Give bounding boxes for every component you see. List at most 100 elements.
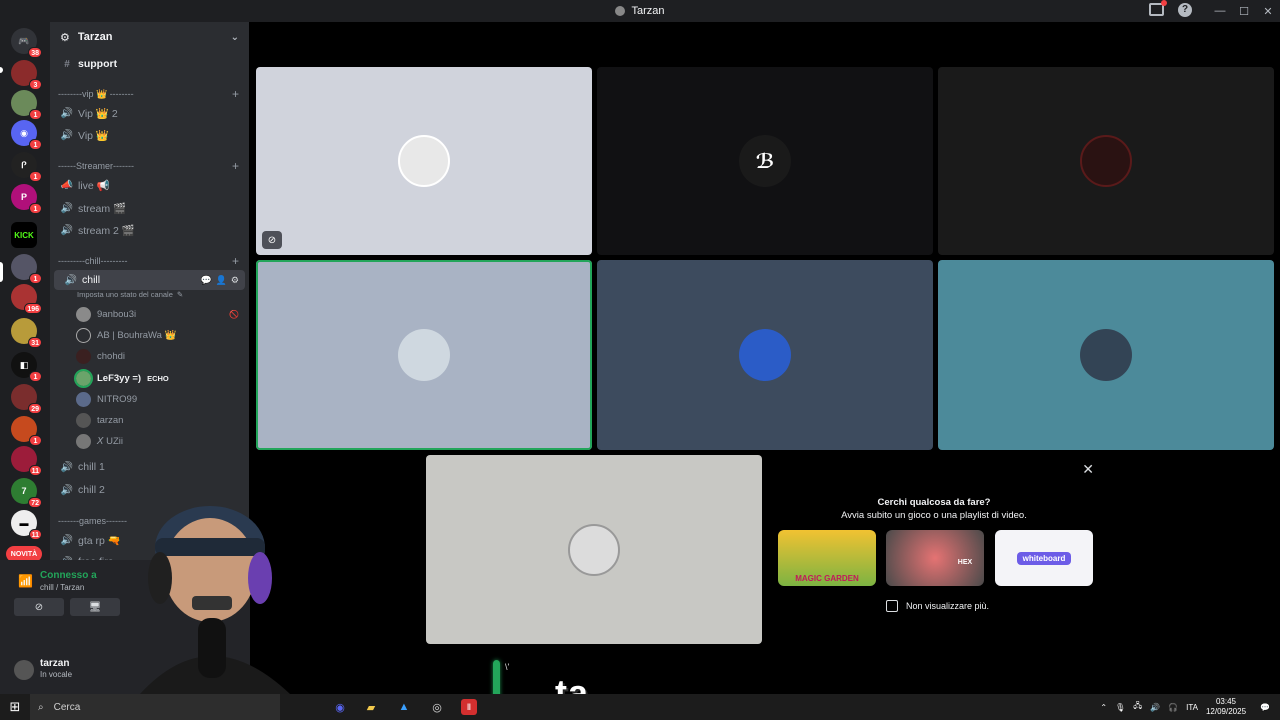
activity-whiteboard[interactable]: whiteboard [995,530,1093,586]
window-title: Tarzan [631,5,665,17]
app-icon[interactable]: Ⅱ [461,699,477,715]
volume-icon[interactable]: 🔊 [1150,703,1160,712]
server-icon[interactable]: 196 [11,284,42,314]
avatar [76,348,91,364]
avatar [76,327,91,343]
video-tile[interactable]: ⊘ [256,67,592,255]
avatar [76,412,91,428]
help-icon[interactable]: ? [1178,3,1192,17]
pencil-icon: ✎ [176,289,184,299]
voice-user[interactable]: 𝘟 UZii [50,431,249,451]
voice-user[interactable]: tarzan [50,410,249,430]
avatar [398,329,450,381]
video-tile[interactable] [426,455,762,644]
add-channel-icon[interactable]: + [232,87,239,101]
server-icon[interactable]: ◧ 1 [11,352,42,382]
voice-user[interactable]: 9anbou3i 🚫 [50,304,249,324]
camera-off-icon: ⊘ [262,231,282,249]
video-tile[interactable] [938,67,1274,255]
system-tray: ⌃ 🎙 🖧 🔊 🎧 ITA 03:45 12/09/2025 💬 [1100,694,1280,720]
avatar [1080,135,1132,187]
video-tile[interactable]: ℬ [597,67,933,255]
channel-vip[interactable]: 🔊 Vip 👑 [50,125,249,145]
server-icon[interactable]: 29 [11,384,42,414]
category-chill[interactable]: ---------chill--------- + [50,251,249,271]
camera-off-button[interactable]: ⊘ [14,598,64,616]
add-channel-icon[interactable]: + [232,159,239,173]
notification-icon[interactable]: 💬 [1260,703,1270,712]
category-vip[interactable]: --------vip 👑 -------- + [50,84,249,104]
server-icon[interactable]: 1 [11,90,42,120]
avatar [398,135,450,187]
mic-indicator-icon[interactable]: 🎧 [1168,703,1178,712]
add-channel-icon[interactable]: + [232,254,239,268]
channel-live[interactable]: 📣 live 📢 [50,175,249,195]
channel-stream[interactable]: 🔊 stream 🎬 [50,198,249,218]
voice-user-speaking[interactable]: LeF3yy =) ECHO [50,368,249,388]
app-icon[interactable]: ◎ [424,694,450,720]
avatar[interactable] [14,660,34,680]
taskbar-search[interactable]: ⌕ Cerca [30,694,280,720]
server-icon[interactable]: 31 [11,318,42,348]
channel-status-prompt[interactable]: Imposta uno stato del canale ✎ [50,284,249,304]
taskbar-clock[interactable]: 03:45 12/09/2025 [1206,697,1246,717]
avatar [76,391,91,407]
network-icon[interactable]: 🖧 [1133,700,1142,714]
server-icon[interactable]: 3 [11,60,42,90]
speaker-icon: 🔊 [60,202,74,214]
server-icon[interactable]: 11 [11,446,42,476]
server-icon[interactable]: Ꮅ1 [11,152,42,182]
channel-support[interactable]: # support [50,54,249,74]
channel-chill-1[interactable]: 🔊 chill 1 [50,457,249,477]
microphone-icon[interactable]: 🎙 [1115,703,1125,712]
discord-app-icon[interactable]: ◉ [327,694,353,720]
video-stage: ⊘ ℬ ✕ Cerchi qualcosa da fare? Avvia sub… [250,22,1280,694]
avatar [76,433,91,449]
server-icon[interactable]: 1 [11,254,42,284]
file-explorer-icon[interactable]: ▰ [358,694,384,720]
voice-status: Connesso a [40,570,97,581]
windows-taskbar: ⊞ ⌕ Cerca ◉ ▰ ▲ ◎ Ⅱ ⌃ 🎙 🖧 🔊 🎧 ITA 03:45 … [0,694,1280,720]
voice-user[interactable]: NITRO99 [50,389,249,409]
server-avatar-icon [615,6,626,16]
home-button[interactable]: 🎮 38 [11,28,42,58]
minimize-button[interactable]: — [1208,5,1232,17]
video-tile[interactable] [938,260,1274,450]
server-kick-icon[interactable]: KICK [11,222,37,248]
video-tile[interactable] [597,260,933,450]
chevron-up-icon[interactable]: ⌃ [1100,703,1107,712]
chevron-down-icon: ⌄ [230,31,239,43]
close-icon[interactable]: ✕ [1082,461,1094,478]
voice-location[interactable]: chill / Tarzan [40,583,84,592]
avatar [74,368,93,388]
server-icon[interactable]: ▬ 11 [11,510,42,540]
streamer-figure [140,506,290,694]
voice-user[interactable]: chohdi [50,346,249,366]
activity-subtitle: Avvia subito un gioco o una playlist di … [841,510,1027,521]
video-tile-speaking[interactable] [256,260,592,450]
inbox-icon[interactable] [1149,0,1167,16]
dont-show-checkbox[interactable] [886,600,898,612]
server-header[interactable]: ⚙ Tarzan ⌄ [50,22,249,52]
close-window-button[interactable]: ✕ [1256,5,1280,18]
server-icon[interactable]: 7 72 [11,478,42,508]
server-icon[interactable]: ◉ 1 [11,120,42,150]
avatar: ℬ [739,135,791,187]
voice-user[interactable]: AB | BouhraWa 👑 [50,325,249,345]
app-icon[interactable]: ▲ [391,694,417,720]
avatar [739,329,791,381]
channel-stream-2[interactable]: 🔊 stream 2 🎬 [50,220,249,240]
dont-show-again[interactable]: Non visualizzare più. [886,600,989,612]
category-streamer[interactable]: ------Streamer------- + [50,156,249,176]
avatar [568,523,620,576]
activity-magic-garden[interactable]: MAGIC GARDEN [778,530,876,586]
server-icon[interactable]: P1 [11,184,42,214]
windows-start-icon[interactable]: ⊞ [0,699,30,715]
language-indicator[interactable]: ITA [1186,703,1198,712]
channel-vip-2[interactable]: 🔊 Vip 👑 2 [50,103,249,123]
server-icon[interactable]: 1 [11,416,42,446]
activity-question: Cerchi qualcosa da fare? [877,497,991,508]
activity-hex[interactable]: HEX [886,530,984,586]
deafened-icon: 🚫 [229,309,239,319]
maximize-button[interactable]: ☐ [1232,5,1256,18]
